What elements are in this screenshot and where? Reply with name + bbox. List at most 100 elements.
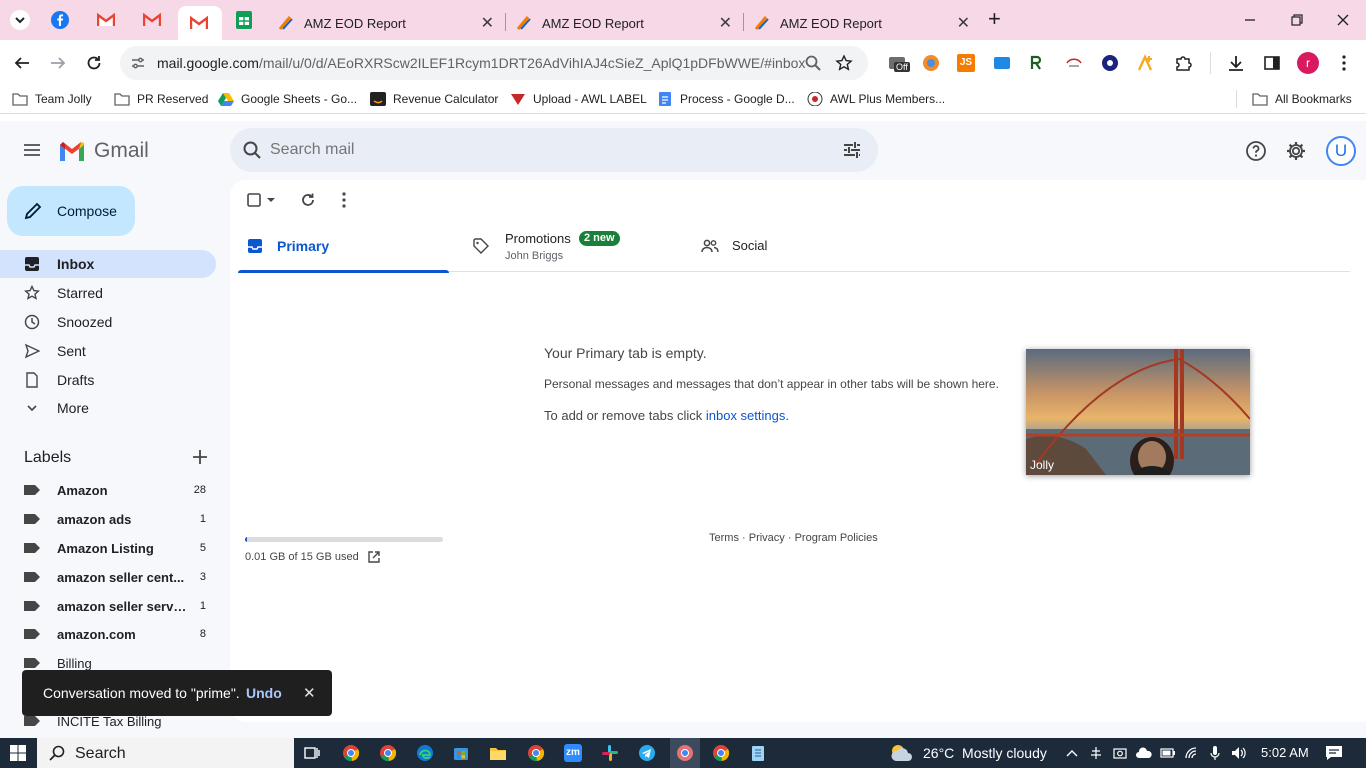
all-bookmarks[interactable]: All Bookmarks bbox=[1252, 92, 1352, 106]
bookmark-awl-plus[interactable]: AWL Plus Members... bbox=[807, 92, 945, 106]
nav-starred[interactable]: Starred bbox=[0, 279, 216, 307]
extension-ai[interactable] bbox=[1100, 53, 1120, 73]
side-panel-button[interactable] bbox=[1262, 53, 1282, 73]
taskbar-chrome-2[interactable] bbox=[379, 744, 397, 762]
label-amazon-seller-services[interactable]: amazon seller servi... 1 bbox=[0, 592, 216, 620]
browser-menu-button[interactable] bbox=[1334, 53, 1354, 73]
nav-snoozed[interactable]: Snoozed bbox=[0, 308, 216, 336]
privacy-link[interactable]: Privacy bbox=[749, 532, 785, 544]
tab-amz-eod-3[interactable]: AMZ EOD Report ✕ bbox=[744, 6, 980, 40]
support-button[interactable] bbox=[1245, 140, 1267, 167]
taskbar-store[interactable] bbox=[452, 744, 470, 762]
taskbar-slack[interactable] bbox=[601, 744, 619, 762]
weather-text[interactable]: 26°C Mostly cloudy bbox=[923, 745, 1047, 761]
pinned-tab-facebook[interactable] bbox=[48, 8, 72, 32]
bookmark-team-jolly[interactable]: Team Jolly bbox=[12, 92, 92, 106]
microphone-icon[interactable] bbox=[1208, 745, 1222, 761]
bookmark-google-sheets[interactable]: Google Sheets - Go... bbox=[218, 92, 357, 106]
taskbar-notepad[interactable] bbox=[749, 744, 767, 762]
bookmark-revenue-calculator[interactable]: Revenue Calculator bbox=[370, 92, 498, 106]
video-call-overlay[interactable]: Jolly bbox=[1026, 349, 1250, 475]
close-toast-icon[interactable]: ✕ bbox=[303, 684, 316, 702]
nav-inbox[interactable]: Inbox bbox=[0, 250, 216, 278]
forward-button[interactable] bbox=[48, 53, 68, 73]
nav-drafts[interactable]: Drafts bbox=[0, 366, 216, 394]
tab-promotions[interactable]: Promotions 2 new John Briggs bbox=[464, 218, 684, 272]
label-amazon[interactable]: Amazon 28 bbox=[0, 476, 216, 504]
taskbar-chrome-3[interactable] bbox=[527, 744, 545, 762]
open-external-icon[interactable] bbox=[367, 550, 381, 564]
extension-helium[interactable] bbox=[1064, 53, 1084, 73]
close-tab-icon[interactable]: ✕ bbox=[481, 13, 494, 33]
pinned-tab-gmail-1[interactable] bbox=[94, 8, 118, 32]
label-amazon-ads[interactable]: amazon ads 1 bbox=[0, 505, 216, 533]
notifications-icon[interactable] bbox=[1325, 745, 1343, 761]
bookmark-upload-awl[interactable]: Upload - AWL LABEL bbox=[510, 92, 647, 106]
tab-search-button[interactable] bbox=[8, 8, 32, 32]
inbox-settings-link[interactable]: inbox settings bbox=[706, 408, 786, 423]
refresh-button[interactable] bbox=[299, 191, 317, 214]
taskbar-zoom[interactable]: zm bbox=[564, 744, 582, 762]
zoom-search-icon[interactable] bbox=[804, 54, 822, 72]
tab-gmail-active[interactable] bbox=[178, 6, 222, 40]
undo-button[interactable]: Undo bbox=[246, 685, 282, 701]
chevron-up-icon[interactable] bbox=[1065, 746, 1079, 760]
program-policies-link[interactable]: Program Policies bbox=[795, 532, 878, 544]
search-bar[interactable] bbox=[230, 128, 878, 172]
extension-offline[interactable]: Off bbox=[887, 54, 910, 74]
close-window-button[interactable] bbox=[1333, 10, 1353, 35]
battery-icon[interactable] bbox=[1160, 746, 1176, 760]
nav-sent[interactable]: Sent bbox=[0, 337, 216, 365]
tab-amz-eod-1[interactable]: AMZ EOD Report ✕ bbox=[268, 6, 504, 40]
onedrive-icon[interactable] bbox=[1136, 746, 1152, 760]
create-label-button[interactable] bbox=[190, 447, 210, 472]
downloads-button[interactable] bbox=[1226, 53, 1246, 73]
caret-down-icon[interactable] bbox=[266, 195, 276, 205]
more-actions-button[interactable] bbox=[335, 191, 353, 214]
taskbar-chrome-1[interactable] bbox=[342, 744, 360, 762]
pinned-tab-gmail-2[interactable] bbox=[140, 8, 164, 32]
taskbar-telegram[interactable] bbox=[638, 744, 656, 762]
gmail-logo[interactable]: Gmail bbox=[58, 139, 149, 163]
extension-amzscout[interactable] bbox=[1136, 53, 1156, 73]
restore-button[interactable] bbox=[1287, 10, 1307, 35]
taskbar-chrome-active[interactable] bbox=[676, 744, 694, 762]
site-settings-icon[interactable] bbox=[130, 55, 146, 71]
filter-options-icon[interactable] bbox=[842, 140, 862, 160]
label-amazon-com[interactable]: amazon.com 8 bbox=[0, 620, 216, 648]
pinned-tab-sheets[interactable] bbox=[232, 8, 256, 32]
settings-button[interactable] bbox=[1285, 140, 1307, 167]
profile-avatar[interactable]: r bbox=[1297, 52, 1319, 74]
clock-time[interactable]: 5:02 AM bbox=[1261, 745, 1309, 760]
extension-rs[interactable] bbox=[1028, 53, 1048, 73]
bookmark-process-docs[interactable]: Process - Google D... bbox=[657, 92, 795, 106]
extensions-button[interactable] bbox=[1173, 53, 1193, 73]
close-tab-icon[interactable]: ✕ bbox=[719, 13, 732, 33]
reload-button[interactable] bbox=[84, 53, 104, 73]
label-amazon-listing[interactable]: Amazon Listing 5 bbox=[0, 534, 216, 562]
extension-color[interactable] bbox=[921, 53, 941, 73]
bookmark-pr-reserved[interactable]: PR Reserved bbox=[114, 92, 208, 106]
extension-fba[interactable] bbox=[992, 53, 1012, 73]
close-tab-icon[interactable]: ✕ bbox=[957, 13, 970, 33]
compose-button[interactable]: Compose bbox=[7, 186, 135, 236]
main-menu-button[interactable] bbox=[22, 140, 42, 165]
label-amazon-seller-central[interactable]: amazon seller cent... 3 bbox=[0, 563, 216, 591]
search-icon[interactable] bbox=[242, 140, 262, 160]
account-avatar[interactable]: U bbox=[1326, 136, 1356, 166]
tab-amz-eod-2[interactable]: AMZ EOD Report ✕ bbox=[506, 6, 742, 40]
taskbar-search-box[interactable]: Search bbox=[37, 738, 294, 768]
start-button[interactable] bbox=[10, 745, 26, 764]
taskbar-edge[interactable] bbox=[416, 744, 434, 762]
minimize-button[interactable] bbox=[1240, 10, 1260, 35]
camera-tray-icon[interactable] bbox=[1113, 746, 1127, 760]
address-bar[interactable]: mail.google.com/mail/u/0/d/AEoRXRScw2ILE… bbox=[120, 46, 868, 80]
bookmark-star-icon[interactable] bbox=[835, 54, 853, 72]
nav-more[interactable]: More bbox=[0, 394, 216, 422]
extension-jungle-scout[interactable]: JS bbox=[956, 53, 976, 73]
taskbar-file-explorer[interactable] bbox=[489, 744, 507, 762]
select-all-checkbox[interactable] bbox=[246, 192, 276, 208]
speaker-icon[interactable] bbox=[1230, 745, 1248, 761]
wifi-icon[interactable] bbox=[1184, 746, 1200, 760]
weather-widget[interactable] bbox=[888, 741, 916, 768]
